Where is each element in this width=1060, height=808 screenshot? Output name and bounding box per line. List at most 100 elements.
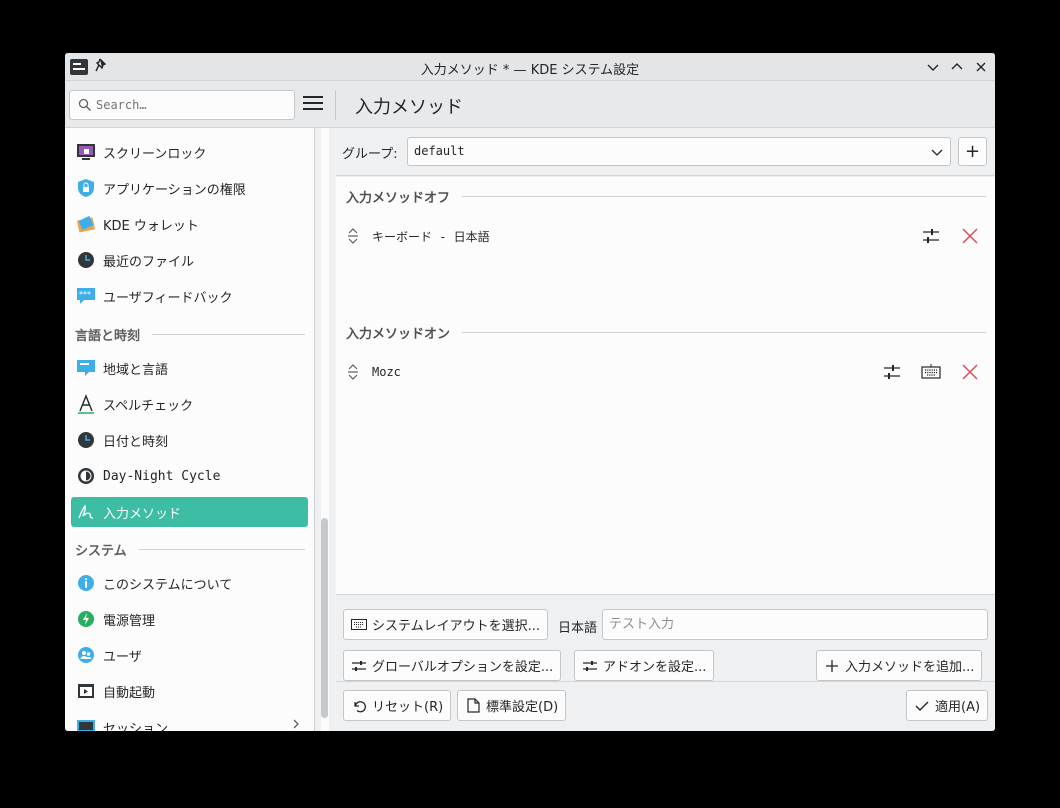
sidebar-item-label: Day-Night Cycle — [103, 468, 221, 484]
group-select-value: default — [414, 144, 465, 158]
input-method-icon — [76, 502, 96, 522]
sidebar-item-label: 入力メソッド — [103, 506, 182, 522]
hamburger-menu-button[interactable] — [303, 96, 323, 114]
group-label: グループ: — [342, 147, 398, 162]
remove-button[interactable] — [958, 224, 982, 248]
add-input-method-button[interactable]: 入力メソッドを追加... — [816, 650, 983, 681]
sidebar-item-date-time[interactable]: 日付と時刻 — [71, 425, 308, 455]
sidebar-item-kde-wallet[interactable]: KDE ウォレット — [71, 209, 308, 239]
page-title: 入力メソッド — [355, 97, 463, 118]
plus-icon — [824, 658, 840, 674]
minimize-button[interactable] — [923, 57, 943, 77]
sidebar-item-label: 最近のファイル — [103, 254, 195, 270]
sidebar-item-label: KDE ウォレット — [103, 218, 199, 234]
drag-handle-icon[interactable] — [346, 227, 360, 245]
configure-icon — [582, 658, 598, 674]
search-icon — [78, 98, 91, 111]
search-input[interactable] — [96, 96, 286, 114]
clock-icon — [76, 430, 96, 450]
chevron-down-icon — [927, 64, 939, 71]
input-method-list: 入力メソッドオフ キーボード - 日本語 入力メソッドオン Mozc — [336, 177, 995, 594]
sidebar-item-app-permissions[interactable]: アプリケーションの権限 — [71, 173, 308, 203]
sidebar-item-label: セッション — [103, 721, 169, 732]
sidebar-item-label: 自動起動 — [103, 685, 156, 701]
section-header-system: システム — [75, 539, 305, 559]
im-label: キーボード - 日本語 — [372, 229, 490, 244]
spellcheck-icon — [76, 394, 96, 414]
sidebar-item-label: このシステムについて — [103, 577, 233, 593]
sidebar-item-users[interactable]: ユーザ — [71, 640, 308, 670]
sidebar-item-autostart[interactable]: 自動起動 — [71, 676, 308, 706]
undo-icon — [351, 698, 367, 714]
global-options-button[interactable]: グローバルオプションを設定... — [343, 650, 562, 681]
settings-window: 入力メソッド * — KDE システム設定 入力メソッド スクリーンロック — [65, 53, 995, 731]
window-title: 入力メソッド * — KDE システム設定 — [420, 63, 640, 78]
section-header-language-time: 言語と時刻 — [75, 324, 305, 344]
sidebar-item-spellcheck[interactable]: スペルチェック — [71, 389, 308, 419]
chevron-up-icon — [951, 63, 963, 70]
defaults-button[interactable]: 標準設定(D) — [457, 690, 567, 721]
autostart-icon — [76, 681, 96, 701]
header-separator — [335, 90, 336, 120]
test-input-field[interactable] — [602, 609, 988, 640]
drag-handle-icon[interactable] — [346, 363, 360, 381]
day-night-icon — [76, 466, 96, 486]
sidebar-item-user-feedback[interactable]: *** ユーザフィードバック — [71, 281, 308, 311]
header-bar: 入力メソッド — [65, 81, 995, 128]
configure-icon — [351, 658, 367, 674]
checkmark-icon — [914, 698, 930, 714]
list-item-mozc[interactable]: Mozc — [346, 355, 986, 389]
sidebar-item-recent-files[interactable]: 最近のファイル — [71, 245, 308, 275]
screen-lock-icon — [76, 142, 96, 162]
add-group-button[interactable]: + — [958, 137, 987, 166]
sidebar-item-screen-lock[interactable]: スクリーンロック — [71, 137, 308, 167]
reset-button[interactable]: リセット(R) — [343, 690, 452, 721]
sidebar-item-session[interactable]: セッション — [71, 712, 308, 731]
wallet-icon — [76, 214, 96, 234]
list-item-keyboard-japanese[interactable]: キーボード - 日本語 — [346, 219, 986, 253]
close-icon — [962, 364, 978, 380]
sidebar-item-day-night-cycle[interactable]: Day-Night Cycle — [71, 461, 308, 491]
close-button[interactable] — [971, 57, 991, 77]
row-actions — [880, 360, 982, 384]
group-select[interactable]: default — [407, 137, 951, 166]
sidebar-item-label: 日付と時刻 — [103, 434, 169, 450]
sidebar: スクリーンロック アプリケーションの権限 KDE ウォレット 最近のファイル *… — [65, 128, 315, 731]
document-icon — [465, 698, 481, 714]
chevron-right-icon — [293, 719, 299, 729]
info-icon — [76, 573, 96, 593]
main-content: グループ: default + 入力メソッドオフ キーボード - 日本語 入力メ… — [336, 128, 995, 731]
sidebar-item-power-management[interactable]: 電源管理 — [71, 604, 308, 634]
sidebar-item-label: アプリケーションの権限 — [103, 182, 246, 198]
remove-button[interactable] — [958, 360, 982, 384]
session-icon — [76, 717, 96, 731]
settings-sliders-icon — [884, 365, 900, 379]
sidebar-item-about-system[interactable]: このシステムについて — [71, 568, 308, 598]
options-bar: システムレイアウトを選択... 日本語 グローバルオプションを設定... アドオ… — [336, 594, 995, 682]
keyboard-layout-button[interactable] — [919, 360, 943, 384]
apply-button[interactable]: 適用(A) — [906, 690, 989, 721]
select-system-layout-button[interactable]: システムレイアウトを選択... — [343, 609, 549, 640]
svg-text:***: *** — [79, 290, 91, 299]
sidebar-item-label: スクリーンロック — [103, 146, 207, 162]
configure-addons-button[interactable]: アドオンを設定... — [574, 650, 715, 681]
sidebar-item-input-method[interactable]: 入力メソッド — [71, 497, 308, 527]
clock-icon — [76, 250, 96, 270]
im-label: Mozc — [372, 365, 401, 379]
maximize-button[interactable] — [947, 57, 967, 77]
configure-button[interactable] — [880, 360, 904, 384]
region-icon — [76, 358, 96, 378]
power-icon — [76, 609, 96, 629]
sidebar-item-label: スペルチェック — [103, 398, 194, 414]
dialog-buttons: リセット(R) 標準設定(D) 適用(A) — [336, 683, 995, 731]
search-box[interactable] — [69, 90, 295, 120]
close-icon — [976, 62, 986, 72]
row-actions — [919, 224, 982, 248]
section-header-im-off: 入力メソッドオフ — [346, 186, 986, 206]
sidebar-scrollbar-thumb[interactable] — [321, 518, 328, 718]
sidebar-item-label: ユーザ — [103, 649, 142, 665]
sidebar-item-region-language[interactable]: 地域と言語 — [71, 353, 308, 383]
configure-button[interactable] — [919, 224, 943, 248]
title-bar: 入力メソッド * — KDE システム設定 — [65, 53, 995, 81]
plus-icon: + — [964, 141, 981, 162]
